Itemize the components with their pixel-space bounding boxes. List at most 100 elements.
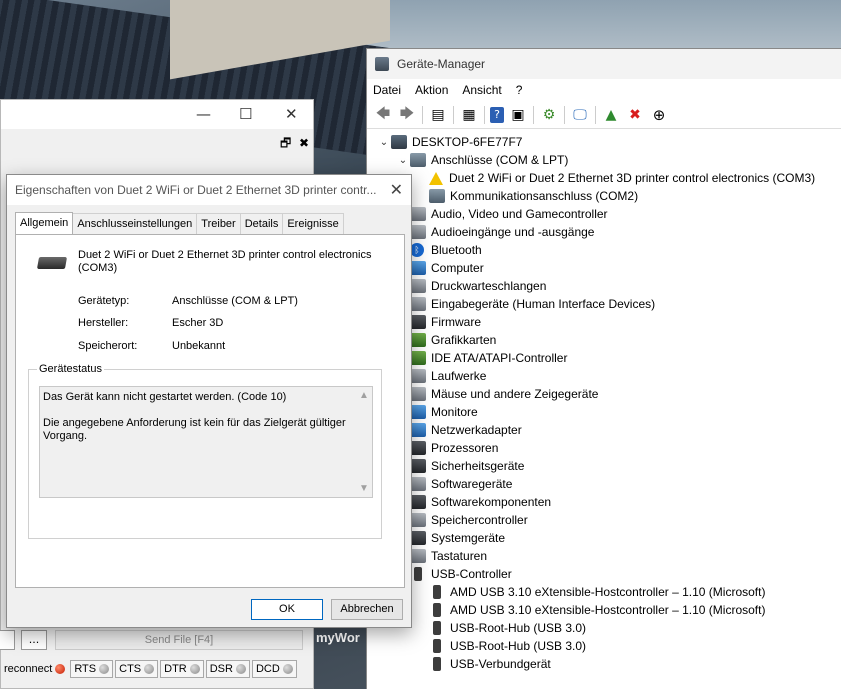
- back-arrow-icon[interactable]: 🡄: [373, 105, 393, 125]
- tree-item-label: Kommunikationsanschluss (COM2): [450, 189, 639, 203]
- device-manager-titlebar: Geräte-Manager: [367, 49, 841, 79]
- signal-label: DCD: [255, 663, 280, 675]
- device-tree: ⌄ DESKTOP-6FE77F7 ⌄ Anschlüsse (COM & LPT) D…: [367, 129, 841, 673]
- tree-item[interactable]: ›Grafikkarten: [367, 331, 841, 349]
- tree-item[interactable]: ›Tastaturen: [367, 547, 841, 565]
- tree-item[interactable]: ›Audioeingänge und -ausgänge: [367, 223, 841, 241]
- tree-item[interactable]: ›Laufwerke: [367, 367, 841, 385]
- send-file-button[interactable]: Send File [F4]: [55, 630, 303, 650]
- scroll-down-icon[interactable]: ▼: [359, 482, 369, 495]
- serial-device-icon: [36, 257, 68, 269]
- tree-item[interactable]: Kommunikationsanschluss (COM2): [367, 187, 841, 205]
- tab-details[interactable]: Details: [239, 213, 284, 234]
- tree-item-label: Prozessoren: [431, 441, 499, 455]
- tree-item[interactable]: ›Sicherheitsgeräte: [367, 457, 841, 475]
- tree-item[interactable]: ›Eingabegeräte (Human Interface Devices): [367, 295, 841, 313]
- tree-item[interactable]: ›Softwarekomponenten: [367, 493, 841, 511]
- collapse-chevron-icon[interactable]: ⌄: [396, 155, 410, 166]
- led-icon: [282, 664, 293, 674]
- scan-hardware-icon[interactable]: 🖵: [570, 105, 590, 125]
- tree-item[interactable]: ⌄USB-Controller: [367, 565, 841, 583]
- tree-item[interactable]: ›ᛒBluetooth: [367, 241, 841, 259]
- field-label: Gerätetyp:: [78, 295, 130, 307]
- menu-help[interactable]: ?: [516, 83, 523, 97]
- forward-arrow-icon[interactable]: 🡆: [397, 105, 417, 125]
- menu-bar: Datei Aktion Ansicht ?: [367, 79, 841, 101]
- tree-item-label: Mäuse und andere Zeigegeräte: [431, 387, 599, 401]
- update-driver-icon[interactable]: ⚙: [539, 105, 559, 125]
- tree-item[interactable]: ›Prozessoren: [367, 439, 841, 457]
- tree-item[interactable]: ›Systemgeräte: [367, 529, 841, 547]
- browse-button[interactable]: ...: [21, 630, 47, 650]
- tree-item[interactable]: ›Computer: [367, 259, 841, 277]
- maximize-icon[interactable]: ☐: [239, 105, 252, 123]
- add-driver-icon[interactable]: ▲: [601, 105, 621, 125]
- close-icon[interactable]: ✕: [285, 105, 298, 123]
- properties-tabs: Allgemein Anschlusseinstellungen Treiber…: [15, 212, 344, 234]
- menu-aktion[interactable]: Aktion: [415, 83, 448, 97]
- tree-item[interactable]: ›IDE ATA/ATAPI-Controller: [367, 349, 841, 367]
- scroll-up-icon[interactable]: ▲: [359, 389, 369, 402]
- tree-item-label: Monitore: [431, 405, 478, 419]
- led-icon: [99, 664, 110, 674]
- usb-icon: [433, 585, 441, 599]
- computer-icon: [391, 135, 407, 149]
- led-icon: [144, 664, 155, 674]
- device-manager-window: Geräte-Manager Datei Aktion Ansicht ? 🡄 …: [366, 48, 841, 689]
- tree-item[interactable]: ⌄ DESKTOP-6FE77F7: [367, 133, 841, 151]
- signal-dcd: DCD: [251, 660, 297, 678]
- inner-close-icon[interactable]: ✖: [299, 136, 309, 150]
- tree-item[interactable]: USB-Verbundgerät: [367, 655, 841, 673]
- field-label: Speicherort:: [78, 340, 138, 352]
- tree-item[interactable]: ›Mäuse und andere Zeigegeräte: [367, 385, 841, 403]
- status-scrollbar[interactable]: ▲ ▼: [356, 387, 372, 497]
- help-icon[interactable]: ?: [490, 106, 504, 123]
- signal-label: RTS: [74, 663, 97, 675]
- tree-item[interactable]: ›Monitore: [367, 403, 841, 421]
- status-line-2: Die angegebene Anforderung ist kein für …: [43, 417, 346, 442]
- tree-view-icon[interactable]: ▤: [428, 105, 448, 125]
- tree-item-label: Audio, Video und Gamecontroller: [431, 207, 608, 221]
- tree-item[interactable]: USB-Root-Hub (USB 3.0): [367, 619, 841, 637]
- terminal-inner-controls: 🗗 ✖: [280, 134, 309, 155]
- tree-item[interactable]: ›Audio, Video und Gamecontroller: [367, 205, 841, 223]
- ok-button[interactable]: OK: [251, 599, 323, 620]
- reconnect-item[interactable]: reconnect: [1, 660, 68, 678]
- tree-item-label: Systemgeräte: [431, 531, 506, 545]
- tree-item[interactable]: ⌄ Anschlüsse (COM & LPT): [367, 151, 841, 169]
- window-view-icon[interactable]: ▣: [508, 105, 528, 125]
- tree-item[interactable]: ›Speichercontroller: [367, 511, 841, 529]
- tree-item[interactable]: ›Druckwarteschlangen: [367, 277, 841, 295]
- tree-item[interactable]: Duet 2 WiFi or Duet 2 Ethernet 3D printe…: [367, 169, 841, 187]
- device-status-textbox[interactable]: Das Gerät kann nicht gestartet werden. (…: [39, 386, 373, 498]
- properties-icon[interactable]: ▦: [459, 105, 479, 125]
- tree-item-label: USB-Root-Hub (USB 3.0): [450, 639, 587, 653]
- tree-item[interactable]: ›Firmware: [367, 313, 841, 331]
- tree-item[interactable]: USB-Root-Hub (USB 3.0): [367, 637, 841, 655]
- tree-item[interactable]: AMD USB 3.10 eXtensible-Hostcontroller –…: [367, 601, 841, 619]
- bluetooth-icon: ᛒ: [410, 243, 424, 257]
- tree-item[interactable]: AMD USB 3.10 eXtensible-Hostcontroller –…: [367, 583, 841, 601]
- tab-allgemein[interactable]: Allgemein: [15, 212, 74, 234]
- tree-item[interactable]: ›Netzwerkadapter: [367, 421, 841, 439]
- cancel-button[interactable]: Abbrechen: [331, 599, 403, 620]
- uninstall-icon[interactable]: ✖: [625, 105, 645, 125]
- tab-treiber[interactable]: Treiber: [196, 213, 241, 234]
- tree-item[interactable]: ›Softwaregeräte: [367, 475, 841, 493]
- tree-item-label: AMD USB 3.10 eXtensible-Hostcontroller –…: [450, 603, 766, 617]
- mouse-icon: [410, 387, 426, 401]
- minimize-icon[interactable]: —: [196, 105, 211, 123]
- close-icon[interactable]: ✕: [390, 180, 403, 200]
- menu-ansicht[interactable]: Ansicht: [462, 83, 501, 97]
- terminal-dropdown[interactable]: [0, 630, 15, 650]
- general-tab-page: Duet 2 WiFi or Duet 2 Ethernet 3D printe…: [15, 234, 405, 588]
- menu-datei[interactable]: Datei: [373, 83, 401, 97]
- audio-icon: [410, 225, 426, 239]
- tab-anschlusseinstellungen[interactable]: Anschlusseinstellungen: [72, 213, 198, 234]
- restore-icon[interactable]: 🗗: [280, 136, 291, 150]
- field-value: Escher 3D: [172, 317, 224, 329]
- signal-label: DTR: [164, 663, 187, 675]
- collapse-chevron-icon[interactable]: ⌄: [377, 137, 391, 148]
- tab-ereignisse[interactable]: Ereignisse: [282, 213, 344, 234]
- download-icon[interactable]: ⊕: [649, 105, 669, 125]
